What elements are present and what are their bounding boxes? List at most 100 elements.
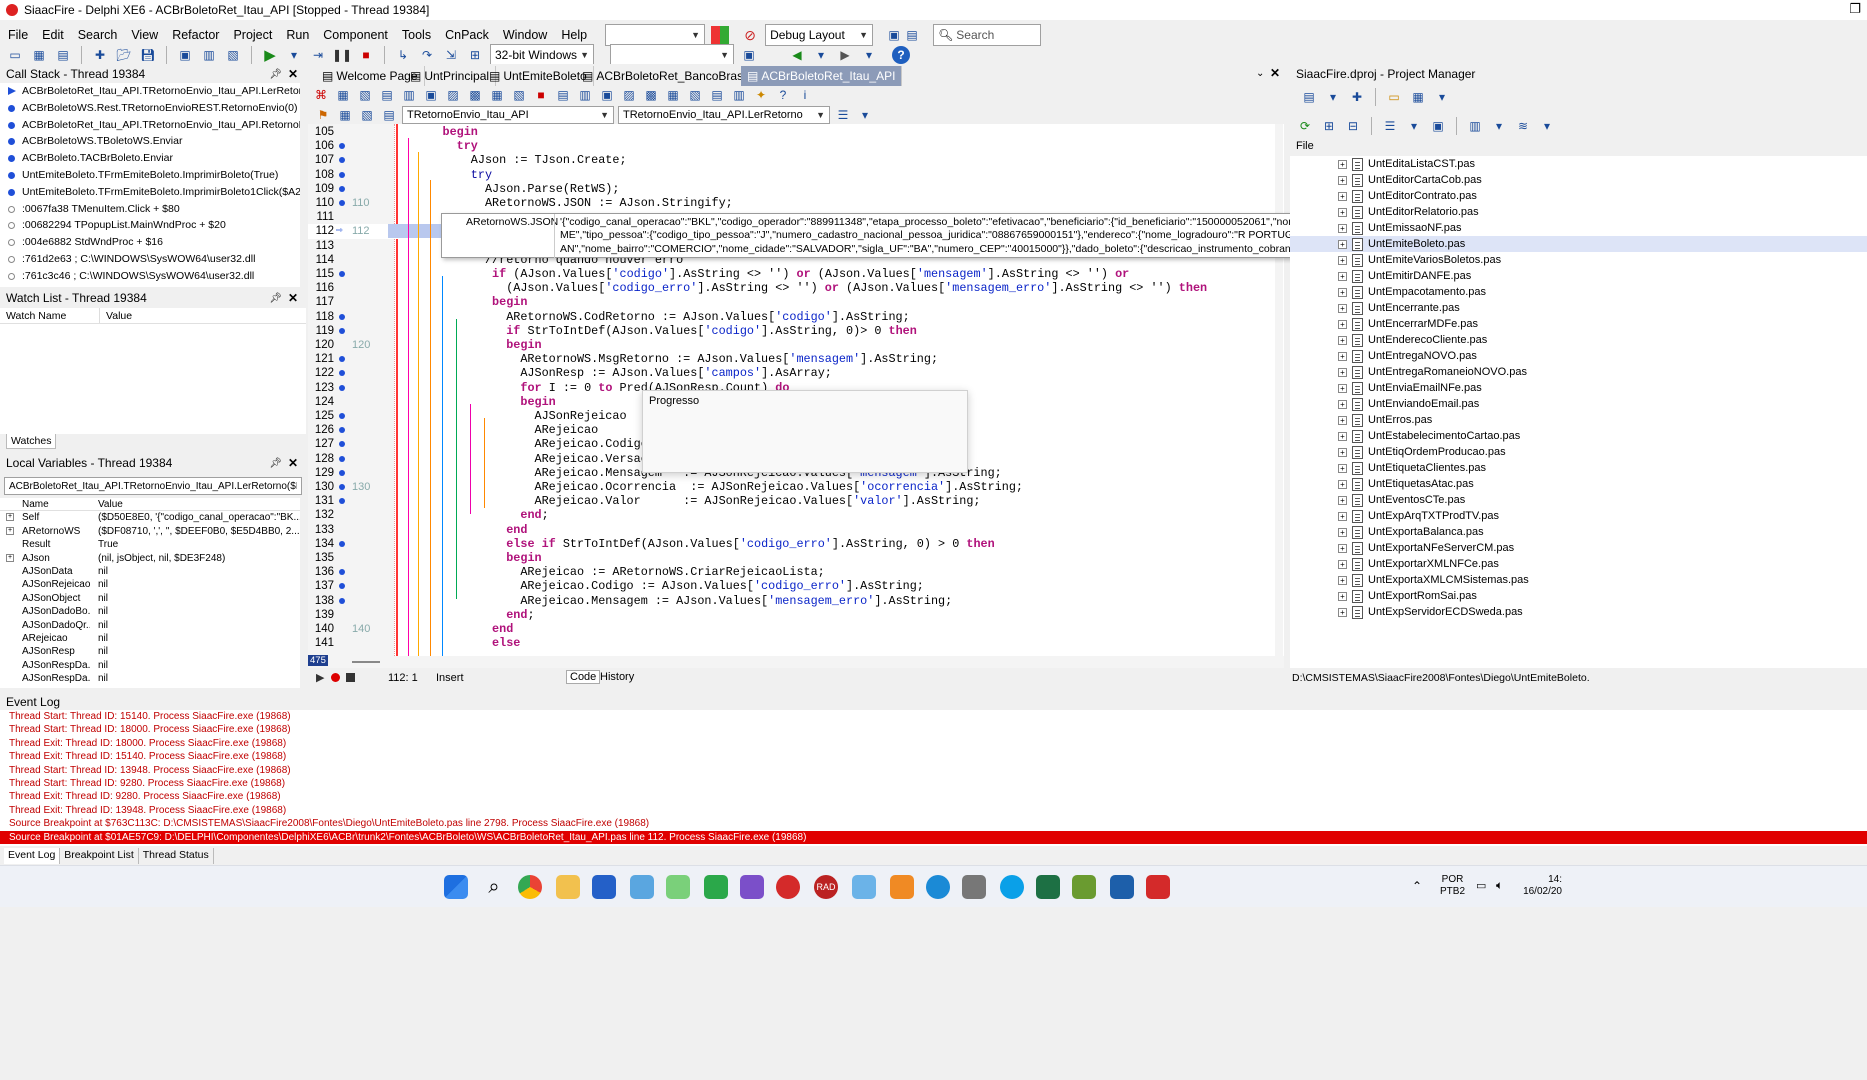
tab-acbrboletoret-itau[interactable]: ▤ ACBrBoletoRet_Itau_API (741, 66, 903, 86)
watches-tab[interactable]: Watches (6, 434, 57, 449)
run-dropdown-icon[interactable]: ▾ (285, 46, 303, 64)
config-combo[interactable]: ▼ (610, 44, 734, 66)
dropdown-icon[interactable]: ▾ (1490, 117, 1508, 135)
menu-tools[interactable]: Tools (402, 28, 431, 42)
project-file-item[interactable]: + UntExportaXMLCMSistemas.pas (1290, 572, 1867, 588)
project-tree[interactable]: + UntEditaListaCST.pas + UntEditorCartaCob.… (1290, 156, 1867, 668)
event-log-line[interactable]: Thread Exit: Thread ID: 18000. Process S… (0, 737, 1867, 750)
list-icon[interactable]: ☰ (834, 106, 852, 124)
step-icon[interactable]: ⇥ (309, 46, 327, 64)
breakpoint-dot-icon[interactable] (339, 327, 345, 334)
tab-thread-status[interactable]: Thread Status (139, 848, 214, 864)
chevron-up-icon[interactable]: ⌃ (1412, 879, 1422, 893)
editor-tool-icon[interactable]: ▦ (334, 86, 352, 104)
local-var-row[interactable]: AJSonRespDa... nil (0, 672, 300, 685)
call-stack-list[interactable]: ACBrBoletoRet_Itau_API.TRetornoEnvio_Ita… (0, 83, 300, 287)
pin-icon[interactable]: 📌︎ (269, 458, 282, 469)
layout-combo[interactable]: Debug Layout ▼ (765, 24, 874, 46)
breakpoint-dot-icon[interactable] (339, 427, 345, 434)
code-line[interactable]: 106 try (308, 139, 1284, 153)
project-file-item[interactable]: + UntExpArqTXTProdTV.pas (1290, 508, 1867, 524)
code-line[interactable]: 120 120 begin (308, 338, 1284, 352)
search-icon[interactable]: ⌕ (482, 875, 506, 899)
network-icon[interactable]: ▭ (1476, 879, 1486, 892)
menu-refactor[interactable]: Refactor (172, 28, 219, 42)
expand-all-icon[interactable]: ⊞ (1320, 117, 1338, 135)
name-column-header[interactable]: Name (0, 498, 90, 510)
horizontal-scrollbar[interactable]: 475 (308, 655, 1284, 668)
app-icon[interactable] (852, 875, 876, 899)
expand-icon[interactable]: + (6, 526, 14, 535)
run-to-cursor-icon[interactable]: ⇲ (442, 46, 460, 64)
local-var-row[interactable]: AJSonRejeicao nil (0, 578, 300, 591)
expand-icon[interactable]: + (6, 553, 14, 562)
configure-icon[interactable]: ▣ (740, 46, 758, 64)
close-icon[interactable]: ✕ (288, 456, 298, 470)
breakpoint-dot-icon[interactable] (339, 185, 345, 192)
project-file-item[interactable]: + UntEnviaEmailNFe.pas (1290, 380, 1867, 396)
bulb-icon[interactable]: ✦ (752, 86, 770, 104)
tab-breakpoint-list[interactable]: Breakpoint List (60, 848, 139, 864)
project-file-item[interactable]: + UntEstabelecimentoCartao.pas (1290, 428, 1867, 444)
pause-icon[interactable]: ❚❚ (332, 46, 352, 64)
event-log-line[interactable]: Thread Exit: Thread ID: 13948. Process S… (0, 804, 1867, 817)
code-line[interactable]: 139 end; (308, 608, 1284, 622)
app-icon[interactable] (1072, 875, 1096, 899)
event-log-line[interactable]: Source Breakpoint at $763C113C: D:\CMSIS… (0, 817, 1867, 830)
local-var-row[interactable]: AJSonData nil (0, 565, 300, 578)
expand-icon[interactable]: + (1338, 239, 1347, 249)
event-log-highlight[interactable]: Source Breakpoint at $01AE57C9: D:\DELPH… (0, 830, 1867, 844)
new-icon[interactable]: ▭ (6, 46, 24, 64)
code-line[interactable]: 116 (AJson.Values['codigo_erro'].AsStrin… (308, 281, 1284, 295)
open-icon[interactable]: ▤ (54, 46, 72, 64)
menu-view[interactable]: View (131, 28, 158, 42)
local-var-row[interactable]: ARejeicao nil (0, 632, 300, 645)
help-icon[interactable]: ? (892, 46, 910, 64)
delphi-icon[interactable] (776, 875, 800, 899)
expand-icon[interactable]: + (6, 513, 14, 522)
code-line[interactable]: 130 130 ARejeicao.Ocorrencia := AJSonReje… (308, 480, 1284, 494)
expand-icon[interactable]: + (1338, 255, 1347, 265)
editor-tool-icon[interactable]: ▨ (444, 86, 462, 104)
expand-icon[interactable]: + (1338, 175, 1347, 185)
stop-icon[interactable]: ■ (532, 86, 550, 104)
new-items-icon[interactable]: ▦ (30, 46, 48, 64)
open-project-icon[interactable]: 📂︎ (115, 46, 133, 64)
breakpoint-dot-icon[interactable] (339, 540, 345, 547)
local-var-row[interactable]: Result True (0, 538, 300, 551)
local-var-row[interactable]: AJSonObject nil (0, 592, 300, 605)
call-stack-item[interactable]: :761c2505 ; C:\WINDOWS\SysWOW64\user32.d… (0, 285, 300, 288)
run-icon[interactable]: ▶ (261, 46, 279, 64)
tab-history[interactable]: History (600, 671, 634, 683)
app-icon[interactable] (666, 875, 690, 899)
call-stack-item[interactable]: ACBrBoletoWS.Rest.TRetornoEnvioREST.Reto… (0, 100, 300, 117)
expand-icon[interactable]: + (1338, 319, 1347, 329)
project-file-item[interactable]: + UntExpServidorECDSweda.pas (1290, 604, 1867, 620)
edge-icon[interactable] (926, 875, 950, 899)
watch-list-body[interactable]: Watch Name Value (0, 308, 306, 434)
project-file-item[interactable]: + UntEmissaoNF.pas (1290, 220, 1867, 236)
new-form-icon[interactable]: ✚ (91, 46, 109, 64)
call-stack-item[interactable]: ACBrBoleto.TACBrBoleto.Enviar (0, 150, 300, 167)
tab-list-chevron-icon[interactable]: ⌄ (1256, 68, 1264, 79)
menu-run[interactable]: Run (286, 28, 309, 42)
file-explorer-icon[interactable] (556, 875, 580, 899)
menu-help[interactable]: Help (561, 28, 587, 42)
remove-file-icon[interactable]: ▧ (224, 46, 242, 64)
breakpoint-dot-icon[interactable] (339, 171, 345, 178)
code-line[interactable]: 105 begin (308, 125, 1284, 139)
stop-icon[interactable]: ■ (357, 46, 375, 64)
expand-icon[interactable]: + (1338, 223, 1347, 233)
save-all-icon[interactable]: ▣ (176, 46, 194, 64)
app-icon[interactable] (704, 875, 728, 899)
project-file-item[interactable]: + UntEnderecoCliente.pas (1290, 332, 1867, 348)
breakpoint-dot-icon[interactable] (339, 143, 345, 150)
local-var-row[interactable]: + Self ($D50E8E0, '{"codigo_canal_operacao… (0, 511, 300, 524)
expand-icon[interactable]: + (1338, 335, 1347, 345)
value-column-header[interactable]: Value (90, 498, 300, 510)
dropdown-icon[interactable]: ▾ (1433, 88, 1451, 106)
project-file-item[interactable]: + UntExportarXMLNFCe.pas (1290, 556, 1867, 572)
breakpoint-dot-icon[interactable] (339, 498, 345, 505)
collapse-all-icon[interactable]: ⊟ (1344, 117, 1362, 135)
forward-icon[interactable]: ▶ (836, 46, 854, 64)
